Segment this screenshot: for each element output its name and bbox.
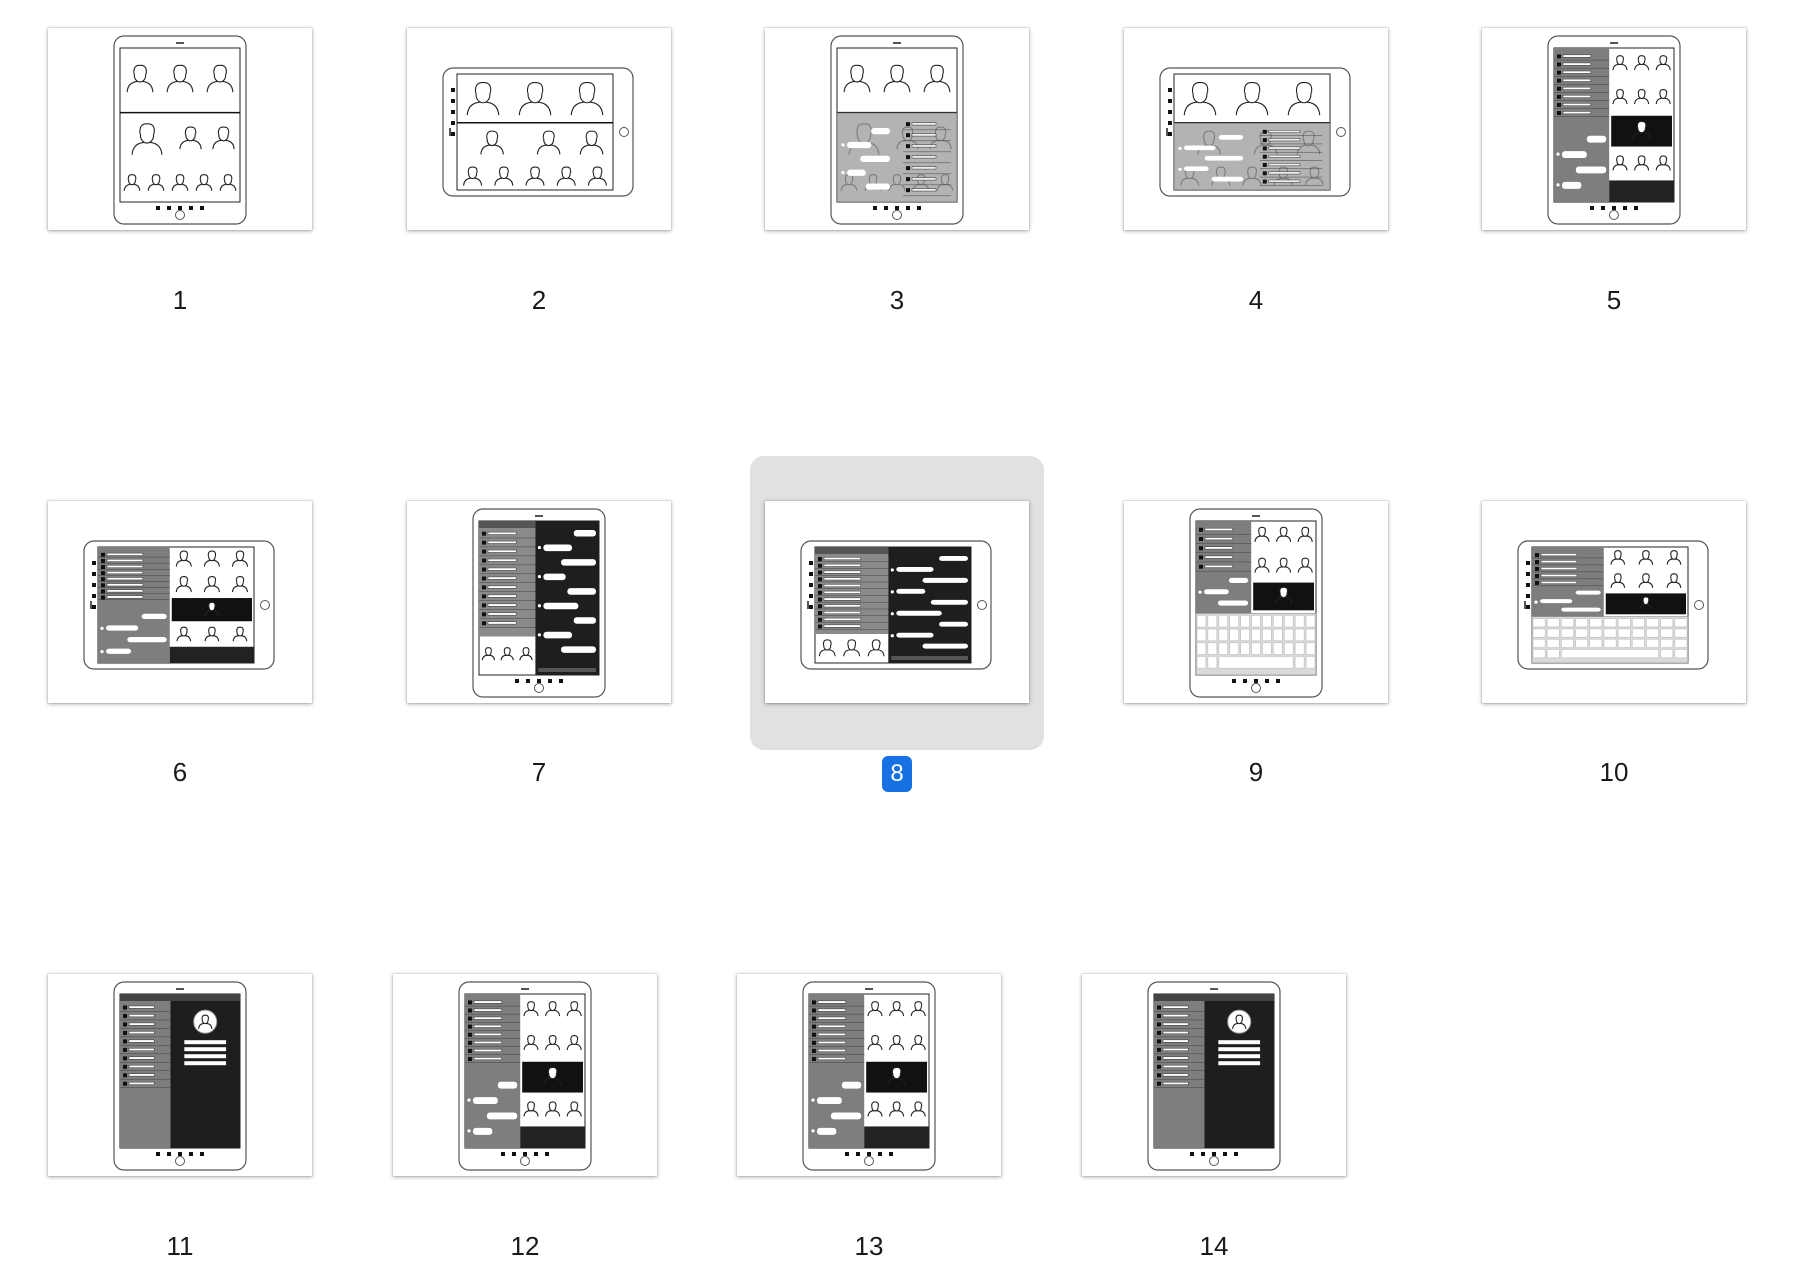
slide-number-14[interactable]: 14 <box>1174 1230 1254 1262</box>
slide-number-label: 12 <box>510 1231 540 1261</box>
slide-preview-10 <box>1517 540 1709 670</box>
slide-thumbnail-11[interactable] <box>48 974 312 1176</box>
slide-number-label: 14 <box>1199 1231 1229 1261</box>
slide-number-label: 2 <box>531 285 547 315</box>
slide-number-label: 6 <box>172 757 188 787</box>
slide-thumbnail-4[interactable] <box>1124 28 1388 230</box>
slide-preview-9 <box>1189 508 1323 698</box>
slide-preview-14 <box>1147 981 1281 1171</box>
slide-preview-2 <box>442 67 634 197</box>
slide-number-1[interactable]: 1 <box>140 284 220 316</box>
slide-number-label: 9 <box>1248 757 1264 787</box>
slide-thumbnail-5[interactable] <box>1482 28 1746 230</box>
slide-thumbnail-12[interactable] <box>393 974 657 1176</box>
slide-thumbnail-10[interactable] <box>1482 501 1746 703</box>
slide-thumbnail-2[interactable] <box>407 28 671 230</box>
slide-thumbnail-13[interactable] <box>737 974 1001 1176</box>
slide-number-12[interactable]: 12 <box>485 1230 565 1262</box>
slide-number-label: 3 <box>889 285 905 315</box>
slide-preview-13 <box>802 981 936 1171</box>
slide-thumbnail-14[interactable] <box>1082 974 1346 1176</box>
slide-preview-11 <box>113 981 247 1171</box>
slide-number-7[interactable]: 7 <box>499 756 579 788</box>
slide-number-label: 5 <box>1606 285 1622 315</box>
slide-thumbnail-3[interactable] <box>765 28 1029 230</box>
slide-thumbnail-9[interactable] <box>1124 501 1388 703</box>
slide-thumbnail-6[interactable] <box>48 501 312 703</box>
slide-number-10[interactable]: 10 <box>1574 756 1654 788</box>
slide-preview-3 <box>830 35 964 225</box>
slide-number-4[interactable]: 4 <box>1216 284 1296 316</box>
slide-number-3[interactable]: 3 <box>857 284 937 316</box>
slide-preview-6 <box>83 540 275 670</box>
slide-preview-5 <box>1547 35 1681 225</box>
slide-preview-12 <box>458 981 592 1171</box>
slide-number-label: 7 <box>531 757 547 787</box>
slide-number-9[interactable]: 9 <box>1216 756 1296 788</box>
slide-preview-8 <box>800 540 992 670</box>
slide-number-label: 4 <box>1248 285 1264 315</box>
slide-number-8[interactable]: 8 <box>857 756 937 792</box>
slide-thumbnail-grid: 1 2 3 4 5 6 7 8 9 10 11 12 13 14 <box>0 0 1794 1262</box>
slide-number-13[interactable]: 13 <box>829 1230 909 1262</box>
slide-number-label: 1 <box>172 285 188 315</box>
slide-thumbnail-8[interactable] <box>765 501 1029 703</box>
slide-number-2[interactable]: 2 <box>499 284 579 316</box>
slide-thumbnail-1[interactable] <box>48 28 312 230</box>
slide-preview-4 <box>1159 67 1351 197</box>
slide-thumbnail-7[interactable] <box>407 501 671 703</box>
slide-number-6[interactable]: 6 <box>140 756 220 788</box>
slide-number-label: 13 <box>854 1231 884 1261</box>
slide-number-11[interactable]: 11 <box>140 1230 220 1262</box>
slide-preview-7 <box>472 508 606 698</box>
slide-number-5[interactable]: 5 <box>1574 284 1654 316</box>
slide-number-label: 11 <box>166 1231 194 1261</box>
slide-preview-1 <box>113 35 247 225</box>
slide-number-label: 10 <box>1599 757 1629 787</box>
slide-number-label: 8 <box>882 756 912 792</box>
